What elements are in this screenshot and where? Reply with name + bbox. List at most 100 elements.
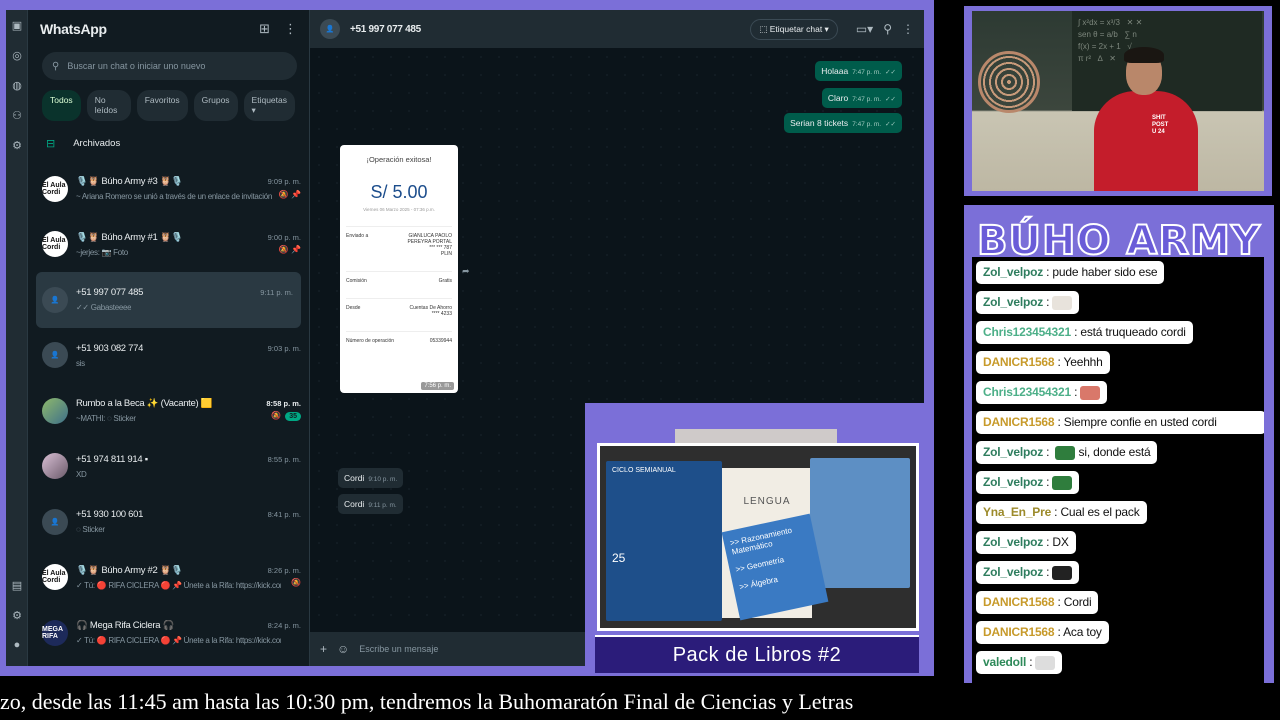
status-icon[interactable]: ◎ (6, 40, 28, 70)
chat-preview: ◌ Sticker (76, 525, 105, 535)
payment-receipt-image[interactable]: ¡Operación exitosa! S/ 5.00 Viernes 06 M… (340, 145, 458, 393)
chat-item[interactable]: MEGA RIFA 🎧 Mega Rifa Ciclera 🎧 8:24 p. m… (28, 605, 309, 661)
filter-unread[interactable]: No leídos (86, 90, 131, 121)
chat-name: +51 930 100 601 (76, 509, 144, 521)
chat-item[interactable]: 👤 +51 903 082 774 9:03 p. m. sis (28, 328, 309, 384)
profile-avatar[interactable]: ● (6, 630, 28, 660)
fan (978, 51, 1040, 113)
chat-bubble: Zol_velpoz : (976, 471, 1080, 494)
chats-icon[interactable]: ▣ (6, 10, 28, 40)
chat-username[interactable]: DANICR1568 (983, 625, 1055, 639)
tag-chat-button[interactable]: ⬚ Etiquetar chat ▾ (750, 18, 838, 40)
menu-icon[interactable]: ⋮ (284, 21, 297, 37)
chat-item-selected[interactable]: 👤 +51 997 077 485 9:11 p. m. ✓✓ Gabasteee… (36, 272, 301, 328)
chat-username[interactable]: DANICR1568 (983, 595, 1055, 609)
chat-text: : Yeehhh (1054, 355, 1103, 369)
chat-item[interactable]: El Aula Cordi 🎙️🦉 Búho Army #1 🦉🎙️ 9:00 p… (28, 217, 309, 273)
stream-chat-panel: BÚHO ARMY Zol_velpoz : pude haber sido e… (964, 205, 1274, 713)
receipt-heading: ¡Operación exitosa! (366, 155, 432, 164)
receipt-account: **** 4233 (431, 311, 452, 317)
chat-text: : (1070, 385, 1078, 399)
channels-icon[interactable]: ◍ (6, 70, 28, 100)
chat-username[interactable]: Chris123454321 (983, 325, 1071, 339)
stream-chat-messages: Zol_velpoz : pude haber sido ese Zol_velp… (972, 257, 1264, 709)
chat-username[interactable]: DANICR1568 (983, 355, 1055, 369)
outgoing-bubble[interactable]: Holaaa 7:47 p. m. ✓✓ (815, 61, 902, 81)
sticker-icon[interactable]: ☺ (337, 642, 349, 656)
filter-labels[interactable]: Etiquetas ▾ (243, 90, 295, 121)
chat-text: : Siempre confie en usted cordi (1054, 415, 1217, 429)
chat-username[interactable]: Zol_velpoz (983, 445, 1043, 459)
chat-message: Zol_velpoz : (976, 289, 1260, 319)
chat-preview: sis (76, 358, 85, 368)
chat-username[interactable]: valedoll (983, 655, 1026, 669)
message-text: Claro (827, 93, 849, 103)
chat-name: 🎙️🦉 Búho Army #3 🦉🎙️ (76, 176, 183, 188)
chat-username[interactable]: Chris123454321 (983, 385, 1071, 399)
chat-message: DANICR1568 : Siempre confie en usted cor… (976, 409, 1264, 439)
attach-plus-icon[interactable]: + (320, 642, 327, 656)
chat-username[interactable]: Zol_velpoz (983, 475, 1043, 489)
chat-username[interactable]: DANICR1568 (983, 415, 1055, 429)
chat-name: 🎧 Mega Rifa Ciclera 🎧 (76, 620, 175, 632)
chat-name: +51 903 082 774 (76, 342, 144, 354)
chat-username[interactable]: Yna_En_Pre (983, 505, 1051, 519)
chat-name: 🎙️🦉 Búho Army #2 🦉🎙️ (76, 564, 183, 576)
chat-item[interactable]: El Aula Cordi 🎙️🦉 Búho Army #3 🦉🎙️ 9:09 p… (28, 161, 309, 217)
media-icon[interactable]: ▤ (6, 570, 28, 600)
book-text: 25 (612, 551, 626, 565)
news-ticker: zo, desde las 11:45 am hasta las 10:30 p… (0, 683, 1280, 720)
conversation-header[interactable]: 👤 +51 997 077 485 ⬚ Etiquetar chat ▾ ▭▾ … (310, 10, 924, 48)
avatar-placeholder-icon: 👤 (42, 508, 68, 535)
chat-preview: XD (76, 469, 87, 479)
communities-icon[interactable]: ⚇ (6, 100, 28, 130)
chat-username[interactable]: Zol_velpoz (983, 265, 1043, 279)
chat-item[interactable]: El Aula Cordi 🎙️🦉 Búho Army #2 🦉🎙️ 8:26 p… (28, 550, 309, 606)
message-time: 9:11 p. m. (368, 502, 397, 509)
video-call-icon[interactable]: ▭▾ (856, 22, 873, 36)
chat-bubble: DANICR1568 : Aca toy (976, 621, 1109, 644)
books-photo: CICLO SEMIANUAL 25 LENGUA >> Razonamiento… (597, 443, 919, 631)
archived-row[interactable]: ⊟ Archivados (28, 125, 309, 161)
avatar (42, 397, 68, 424)
chat-username[interactable]: Zol_velpoz (983, 535, 1043, 549)
chat-bubble: Chris123454321 : (976, 381, 1108, 404)
search-icon[interactable]: ⚲ (883, 22, 892, 36)
filter-favorites[interactable]: Favoritos (136, 90, 188, 121)
chat-bubble: DANICR1568 : Siempre confie en usted cor… (976, 411, 1264, 434)
emote-icon (1052, 565, 1073, 580)
chat-item[interactable]: 👤 +51 930 100 601 8:41 p. m. ◌ Sticker (28, 494, 309, 550)
filter-groups[interactable]: Grupos (193, 90, 238, 121)
avatar-placeholder-icon: 👤 (42, 342, 68, 369)
unread-badge: 35 (285, 412, 301, 422)
filter-all[interactable]: Todos (42, 90, 81, 121)
chat-message: DANICR1568 : Yeehhh (976, 349, 1260, 379)
menu-icon[interactable]: ⋮ (902, 22, 914, 36)
chat-item[interactable]: Rumbo a la Beca ✨ (Vacante) 🟨 8:58 p. m. … (28, 383, 309, 439)
outgoing-bubble[interactable]: Claro 7:47 p. m. ✓✓ (821, 88, 902, 108)
chat-bubble: Zol_velpoz : pude haber sido ese (976, 261, 1165, 284)
mute-pin-icon: 🔕 📌 (278, 189, 301, 199)
tag-chat-label: Etiquetar chat (769, 23, 823, 34)
outgoing-bubble[interactable]: Serian 8 tickets 7:47 p. m. ✓✓ (784, 113, 902, 133)
chat-bubble: DANICR1568 : Yeehhh (976, 351, 1110, 374)
new-chat-icon[interactable]: ⊞ (259, 21, 270, 37)
chat-message: Zol_velpoz : (976, 469, 1260, 499)
avatar: El Aula Cordi (42, 175, 68, 202)
search-input[interactable]: ⚲ Buscar un chat o iniciar uno nuevo (42, 52, 297, 80)
chat-username[interactable]: Zol_velpoz (983, 295, 1043, 309)
receipt-label: Enviado a (346, 233, 369, 239)
meta-ai-icon[interactable]: ⚙ (6, 130, 28, 160)
message-input[interactable]: Escribe un mensaje (359, 644, 438, 654)
incoming-bubble[interactable]: Cordi 9:11 p. m. (338, 494, 403, 514)
webcam-frame: ∫ x²dx = x³/3 ✕ ✕ sen θ = a/b ∑ n f(x) = 2… (964, 6, 1272, 196)
chat-name: Rumbo a la Beca ✨ (Vacante) 🟨 (76, 398, 213, 410)
chat-username[interactable]: Zol_velpoz (983, 565, 1043, 579)
forward-icon[interactable]: ➦ (462, 266, 470, 277)
chat-item[interactable]: +51 974 811 914 ▪ 8:55 p. m. XD (28, 439, 309, 495)
search-placeholder: Buscar un chat o iniciar uno nuevo (67, 61, 206, 71)
contact-name: +51 997 077 485 (350, 23, 421, 35)
settings-icon[interactable]: ⚙ (6, 600, 28, 630)
message-time: 7:47 p. m. (852, 96, 882, 103)
incoming-bubble[interactable]: Cordi 9:10 p. m. (338, 468, 404, 488)
